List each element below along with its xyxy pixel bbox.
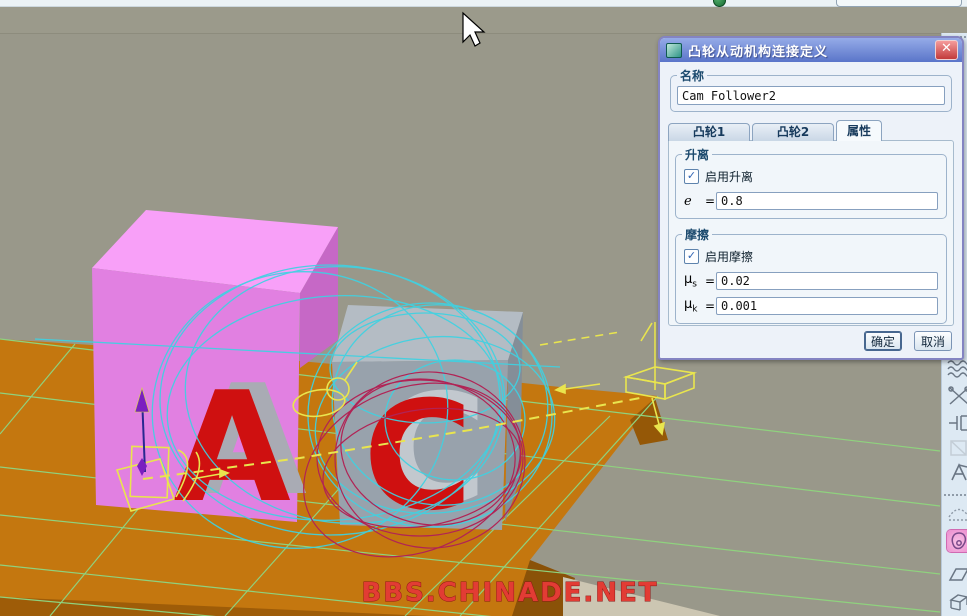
damper-icon[interactable] [947, 385, 967, 407]
menu-bar [0, 6, 967, 34]
letter-c: C [363, 370, 473, 544]
enable-friction-label: 启用摩擦 [705, 250, 754, 264]
toolbar-separator [944, 494, 967, 496]
watermark: BBS.CHINADE.NET [361, 578, 658, 608]
ok-button[interactable]: 确定 [863, 331, 902, 351]
dialog-title: 凸轮从动机构连接定义 [688, 44, 829, 60]
contact-icon[interactable] [947, 591, 967, 613]
top-toolbar-field [836, 0, 962, 7]
e-param-label: e [684, 193, 692, 209]
top-strip [0, 0, 967, 7]
cancel-button[interactable]: 取消 [913, 331, 952, 351]
enable-liftoff-label: 启用升离 [705, 170, 754, 184]
mu-s-sub: s [692, 279, 697, 290]
slot-icon[interactable] [947, 500, 967, 522]
enable-friction-checkbox[interactable]: ✓ [684, 249, 699, 264]
belt-icon[interactable] [947, 563, 967, 585]
properties-panel: 升离 ✓ 启用升离 e = 摩擦 ✓ 启用摩擦 μs = μ [668, 140, 954, 326]
cam-icon[interactable] [947, 530, 967, 552]
status-dot-icon [713, 0, 726, 7]
tab-properties[interactable]: 属性 [836, 120, 883, 141]
letter-a: A [173, 359, 291, 536]
tab-cam1[interactable]: 凸轮1 [668, 123, 750, 141]
dialog-titlebar[interactable]: 凸轮从动机构连接定义 ✕ [660, 38, 962, 62]
equals-sign: = [704, 299, 716, 313]
tab-strip: 凸轮1 凸轮2 属性 [668, 120, 954, 141]
mu-k-sub: k [692, 304, 698, 315]
tab-cam2[interactable]: 凸轮2 [752, 123, 834, 141]
kinetic-friction-input[interactable] [716, 297, 938, 315]
gear-icon[interactable] [947, 461, 967, 483]
equals-sign: = [704, 274, 716, 288]
dialog-icon [666, 42, 682, 58]
liftoff-legend: 升离 [685, 148, 710, 162]
name-group-legend: 名称 [680, 69, 705, 83]
gravity-icon[interactable] [947, 437, 967, 459]
block-a[interactable]: A A [92, 210, 338, 536]
friction-group: 摩擦 ✓ 启用摩擦 μs = μk = [675, 226, 947, 324]
close-icon[interactable]: ✕ [935, 40, 958, 60]
name-input[interactable] [677, 86, 945, 105]
spring-icon[interactable] [947, 358, 967, 380]
static-friction-input[interactable] [716, 272, 938, 290]
force-icon[interactable] [947, 412, 967, 434]
restitution-input[interactable] [716, 192, 938, 210]
equals-sign: = [704, 194, 716, 208]
liftoff-group: 升离 ✓ 启用升离 e = [675, 146, 947, 219]
enable-liftoff-checkbox[interactable]: ✓ [684, 169, 699, 184]
dialog-buttons: 确定 取消 [863, 331, 952, 351]
name-group: 名称 [670, 67, 952, 112]
friction-legend: 摩擦 [685, 228, 710, 242]
cam-follower-dialog: 凸轮从动机构连接定义 ✕ 名称 凸轮1 凸轮2 属性 升离 ✓ 启用升离 e =… [658, 36, 964, 360]
